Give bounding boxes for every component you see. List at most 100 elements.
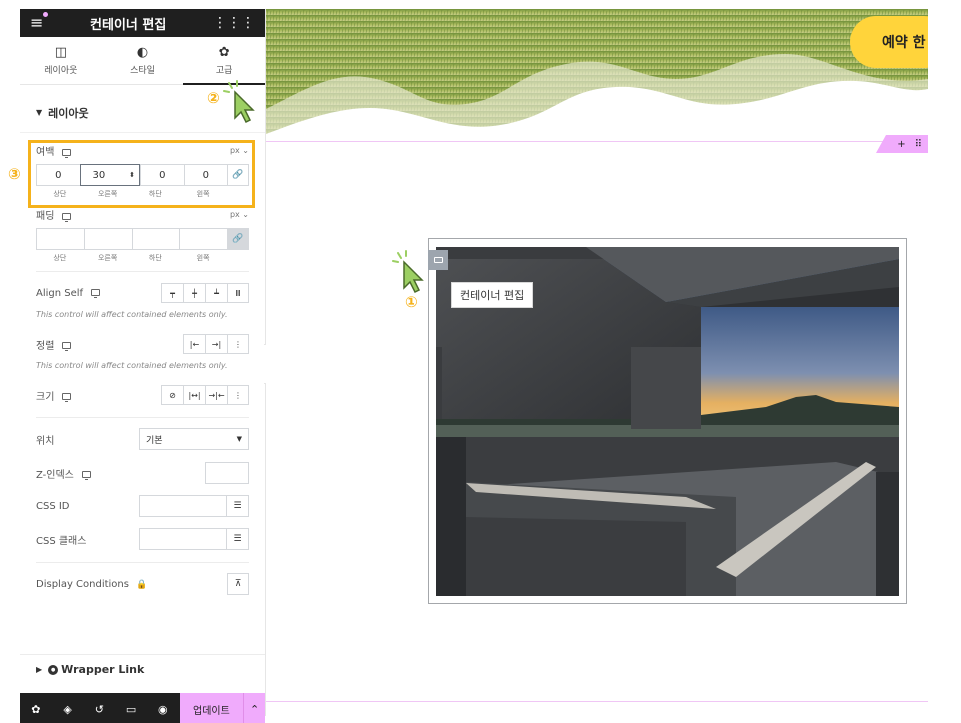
add-icon[interactable]: + xyxy=(897,139,905,150)
dynamic-tags-icon[interactable]: ☰ xyxy=(227,528,249,550)
wrapper-link-label: Wrapper Link xyxy=(61,663,145,676)
align-self-label: Align Self xyxy=(36,287,84,299)
panel-header: ≡ 컨테이너 편집 ⋮⋮⋮ xyxy=(20,9,265,37)
position-control: 위치 기본 ▼ xyxy=(20,428,265,450)
padding-inputs: 🔗 xyxy=(36,228,249,250)
click-cursor-icon xyxy=(392,250,424,294)
align-start-icon[interactable]: ┯ xyxy=(161,283,183,303)
widgets-grid-icon[interactable]: ⋮⋮⋮ xyxy=(213,15,255,31)
z-index-input[interactable] xyxy=(205,462,249,484)
reserve-button[interactable]: 예약 한 xyxy=(850,16,928,68)
align-stretch-icon[interactable]: Ⅲ xyxy=(227,283,249,303)
padding-top-input[interactable] xyxy=(36,228,84,250)
click-cursor-icon xyxy=(223,80,255,124)
css-id-field: ☰ xyxy=(139,495,249,517)
history-icon[interactable]: ↺ xyxy=(83,703,115,716)
order-end-icon[interactable]: →| xyxy=(205,334,227,354)
order-start-icon[interactable]: |← xyxy=(183,334,205,354)
layout-icon: ◫ xyxy=(54,45,67,60)
tab-label: 레이아웃 xyxy=(44,66,78,76)
unit-value: px xyxy=(229,210,240,219)
order-buttons: |← →| ⋮ xyxy=(183,334,249,354)
padding-right-input[interactable] xyxy=(83,228,132,250)
link-values-icon[interactable]: 🔗 xyxy=(227,228,249,250)
wrapper-link-toggle[interactable]: ▶ ● Wrapper Link xyxy=(20,654,265,684)
chevron-up-icon[interactable]: ⌃ xyxy=(243,693,265,723)
padding-side-labels: 상단 오른쪽 하단 왼쪽 xyxy=(36,253,249,263)
annotation-3: ③ xyxy=(8,165,21,183)
css-classes-input[interactable] xyxy=(139,528,227,550)
order-label: 정렬 xyxy=(36,340,55,352)
z-index-control: Z-인덱스 xyxy=(20,462,265,484)
divider xyxy=(36,417,249,418)
css-classes-label: CSS 클래스 xyxy=(36,535,87,547)
section-title: 레이아웃 xyxy=(48,106,89,120)
side-label-right: 오른쪽 xyxy=(97,254,118,262)
css-id-label: CSS ID xyxy=(36,500,70,512)
preview-canvas: 예약 한 + ⠿ 컨테이너 편집 xyxy=(266,9,928,716)
container-handle-icon[interactable] xyxy=(428,250,448,270)
size-buttons: ⊘ |↔| →|← ⋮ xyxy=(161,385,249,405)
align-self-buttons: ┯ ┿ ┷ Ⅲ xyxy=(161,283,249,303)
size-none-icon[interactable]: ⊘ xyxy=(161,385,183,405)
sitemap-icon[interactable]: ⊼ xyxy=(227,573,249,595)
side-label-top: 상단 xyxy=(53,254,67,262)
desktop-icon[interactable] xyxy=(62,212,72,222)
contrast-icon: ◐ xyxy=(136,45,149,60)
section-border-top xyxy=(266,141,928,142)
gear-icon: ✿ xyxy=(218,45,230,60)
divider xyxy=(36,562,249,563)
panel-footer: ✿ ◈ ↺ ▭ ◉ 업데이트 ⌃ xyxy=(20,693,265,723)
padding-left-input[interactable] xyxy=(179,228,227,250)
container-tooltip: 컨테이너 편집 xyxy=(451,282,534,308)
tab-layout[interactable]: ◫ 레이아웃 xyxy=(20,37,102,84)
position-select[interactable]: 기본 ▼ xyxy=(139,428,249,450)
align-end-icon[interactable]: ┷ xyxy=(205,283,227,303)
caret-right-icon: ▶ xyxy=(36,665,43,674)
desktop-icon[interactable] xyxy=(62,393,72,402)
panel-title: 컨테이너 편집 xyxy=(90,17,167,33)
desktop-icon[interactable] xyxy=(62,342,72,351)
z-index-label: Z-인덱스 xyxy=(36,469,74,481)
order-control: 정렬 |← →| ⋮ xyxy=(20,334,265,354)
size-shrink-icon[interactable]: →|← xyxy=(205,385,227,405)
position-value: 기본 xyxy=(146,435,163,446)
annotation-2: ② xyxy=(207,89,220,107)
size-grow-icon[interactable]: |↔| xyxy=(183,385,205,405)
side-label-bottom: 하단 xyxy=(148,254,162,262)
order-note: This control will affect contained eleme… xyxy=(36,361,228,370)
tab-label: 스타일 xyxy=(130,66,155,76)
tab-advanced[interactable]: ✿ 고급 xyxy=(183,37,265,85)
navigator-icon[interactable]: ◈ xyxy=(52,703,84,716)
align-center-icon[interactable]: ┿ xyxy=(183,283,205,303)
unit-select[interactable]: px ⌄ xyxy=(230,210,249,219)
desktop-icon[interactable] xyxy=(81,471,91,480)
hero-grass-image xyxy=(266,9,928,149)
desktop-icon[interactable] xyxy=(91,289,101,298)
preview-eye-icon[interactable]: ◉ xyxy=(147,703,179,716)
size-control: 크기 ⊘ |↔| →|← ⋮ xyxy=(20,385,265,405)
editor-screen: ≡ 컨테이너 편집 ⋮⋮⋮ ◫ 레이아웃 ◐ 스타일 ✿ 고급 ▼ 레이아웃 여… xyxy=(0,0,961,723)
responsive-mode-icon[interactable]: ▭ xyxy=(115,703,147,716)
more-options-icon[interactable]: ⋮ xyxy=(227,385,249,405)
menu-icon[interactable]: ≡ xyxy=(30,15,43,31)
css-classes-field: ☰ xyxy=(139,528,249,550)
display-conditions-label: Display Conditions xyxy=(36,578,129,590)
update-button[interactable]: 업데이트 xyxy=(179,693,244,723)
panel-tabs: ◫ 레이아웃 ◐ 스타일 ✿ 고급 xyxy=(20,37,265,85)
display-conditions-control: Display Conditions 🔒 ⊼ xyxy=(20,573,265,595)
side-label-left: 왼쪽 xyxy=(196,254,210,262)
more-options-icon[interactable]: ⋮ xyxy=(227,334,249,354)
annotation-1: ① xyxy=(405,293,418,311)
divider xyxy=(36,271,249,272)
tab-style[interactable]: ◐ 스타일 xyxy=(102,37,184,84)
css-id-input[interactable] xyxy=(139,495,227,517)
drag-handle-icon[interactable]: ⠿ xyxy=(915,139,922,150)
align-self-control: Align Self ┯ ┿ ┷ Ⅲ xyxy=(20,283,265,303)
caret-down-icon: ▼ xyxy=(36,108,43,117)
padding-bottom-input[interactable] xyxy=(131,228,180,250)
align-self-note: This control will affect contained eleme… xyxy=(36,310,228,319)
settings-icon[interactable]: ✿ xyxy=(20,703,52,716)
section-border-bottom xyxy=(266,701,928,702)
dynamic-tags-icon[interactable]: ☰ xyxy=(227,495,249,517)
